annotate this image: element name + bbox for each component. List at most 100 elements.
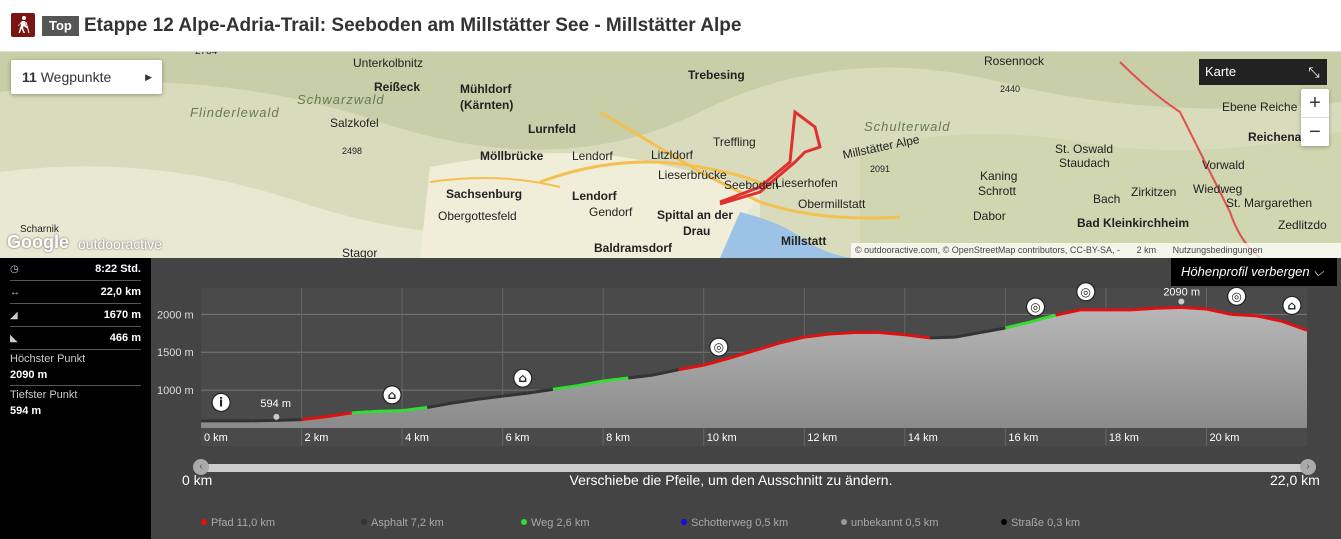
slider-start-km: 0 km [182,472,213,488]
profile-line-segment [1231,312,1257,318]
map-label: Drau [683,224,711,238]
waypoints-button[interactable]: 11 Wegpunkte ▶ [11,60,162,94]
x-tick-label: 16 km [1008,432,1038,444]
waypoints-count: 11 [22,69,37,85]
map-label: Obermillstatt [798,197,866,211]
x-tick-label: 14 km [908,432,938,444]
header: Top Etappe 12 Alpe-Adria-Trail: Seeboden… [0,0,1341,52]
info-icon-glyph: i [219,395,223,409]
hut-icon-glyph: ⌂ [518,371,527,385]
x-tick-label: 12 km [807,432,837,444]
y-tick-label: 2000 m [157,309,194,321]
map-label: St. Margarethen [1226,196,1313,210]
clock-icon: ◷ [10,263,19,275]
profile-line-segment [351,409,378,415]
map-label: Baldramsdorf [594,241,673,255]
range-slider-track[interactable] [195,464,1307,472]
slider-end-km: 22,0 km [1270,472,1320,488]
map-label: Schwarzwald [297,92,385,107]
top-badge: Top [42,16,79,36]
waypoints-label: Wegpunkte [40,69,112,85]
profile-line-segment [1181,306,1207,311]
hiking-icon [11,13,35,37]
x-tick-label: 2 km [305,432,329,444]
legend-item: Weg 2,6 km [521,517,590,529]
tour-stats: ◷ 8:22 Std. ↔ 22,0 km ◢ 1670 m ◣ 466 m H… [0,258,151,539]
map-label: St. Oswald [1055,142,1114,156]
map-type-button[interactable]: Karte [1199,59,1301,85]
attribution-text[interactable]: © outdooractive.com, © OpenStreetMap con… [855,245,1120,255]
outdooractive-logo: outdooractive [78,236,163,252]
map-label: Dabor [973,209,1006,223]
legend-item: Straße 0,3 km [1001,517,1080,529]
stat-lowest: Tiefster Punkt 594 m [10,389,78,417]
profile-line-segment [929,335,956,340]
profile-line-segment [376,409,403,413]
descent-icon: ◣ [10,332,18,344]
x-tick-label: 8 km [606,432,630,444]
map-label: Schrott [978,184,1017,198]
map-label: Flinderlewald [190,105,280,120]
map-label: 2440 [1000,84,1021,94]
zoom-out-button[interactable]: − [1301,118,1329,146]
map-label: Staudach [1059,156,1110,170]
legend-item: Schotterweg 0,5 km [681,517,788,529]
map-label: Lurnfeld [528,122,576,136]
slider-hint: Verschiebe die Pfeile, um den Ausschnitt… [569,472,893,488]
map-view[interactable]: 2784 Unterkolbnitz Reißeck Mühldorf (Kär… [0,52,1341,258]
map-label: Lendorf [572,149,613,163]
google-logo: Google [7,232,69,252]
map-attribution: © outdooractive.com, © OpenStreetMap con… [851,243,1341,258]
page-title: Etappe 12 Alpe-Adria-Trail: Seeboden am … [84,15,742,36]
map-label: Lendorf [572,189,617,203]
map-label: 2784 [195,52,217,57]
profile-line-segment [276,418,302,422]
ascent-icon: ◢ [10,309,18,321]
map-label: Treffling [713,135,756,149]
min-point [273,413,280,420]
map-label: Obergottesfeld [438,209,517,223]
legend-item: Asphalt 7,2 km [361,517,444,529]
map-label: Millstatt [781,234,827,248]
map-scale: 2 km [1136,245,1157,255]
legend-dot [841,519,847,525]
legend-dot [1001,519,1007,525]
zoom-control: + − [1301,89,1329,146]
map-label: Schulterwald [864,119,951,134]
map-label: Sachsenburg [446,187,523,201]
map-label: Stagor [342,246,378,258]
x-tick-label: 18 km [1109,432,1139,444]
map-label: Mühldorf [460,82,512,96]
map-label: Trebesing [688,68,745,82]
elevation-profile: Höhenprofil verbergen ⌵ 2000 m 1500 m 1000… [151,258,1341,539]
max-label: 2090 m [1163,287,1200,299]
map-label: Wiedweg [1193,182,1243,196]
summit-hut-icon-glyph: ⌂ [1288,298,1297,312]
map-label: Gendorf [589,205,633,219]
map-label: (Kärnten) [460,98,514,112]
map-label: Seeboden [724,178,779,192]
exit-fullscreen-icon[interactable]: ⤡ [1301,59,1327,85]
map-label: Reichena [1248,130,1302,144]
x-tick-label: 10 km [707,432,737,444]
x-tick-label: 4 km [405,432,429,444]
map-label: Lieserhofen [775,176,838,190]
viewpoint-icon-glyph: ◎ [714,340,724,354]
legend-item: unbekannt 0,5 km [841,517,938,529]
map-label: Ebene Reiche [1222,100,1298,114]
profile-line-segment [1130,306,1157,312]
distance-icon: ↔ [10,286,20,298]
map-label: Bach [1093,192,1121,206]
legend-dot [521,519,527,525]
map-label: 2498 [342,146,363,156]
stat-descent: ◣ 466 m [10,327,141,350]
viewpoint-icon-glyph: ◎ [1081,285,1091,299]
zoom-in-button[interactable]: + [1301,89,1329,117]
y-tick-label: 1000 m [157,385,194,397]
elevation-chart[interactable]: 2000 m 1500 m 1000 m 0 km 2 km 4 km 6 km 8 km 10… [151,258,1341,458]
legend-item: Pfad 11,0 km [201,517,275,529]
map-label: Zedlitzdo [1278,218,1327,232]
x-tick-label: 0 km [204,432,228,444]
viewpoint-icon-glyph: ◎ [1030,300,1040,314]
terms-link[interactable]: Nutzungsbedingungen [1173,245,1263,255]
